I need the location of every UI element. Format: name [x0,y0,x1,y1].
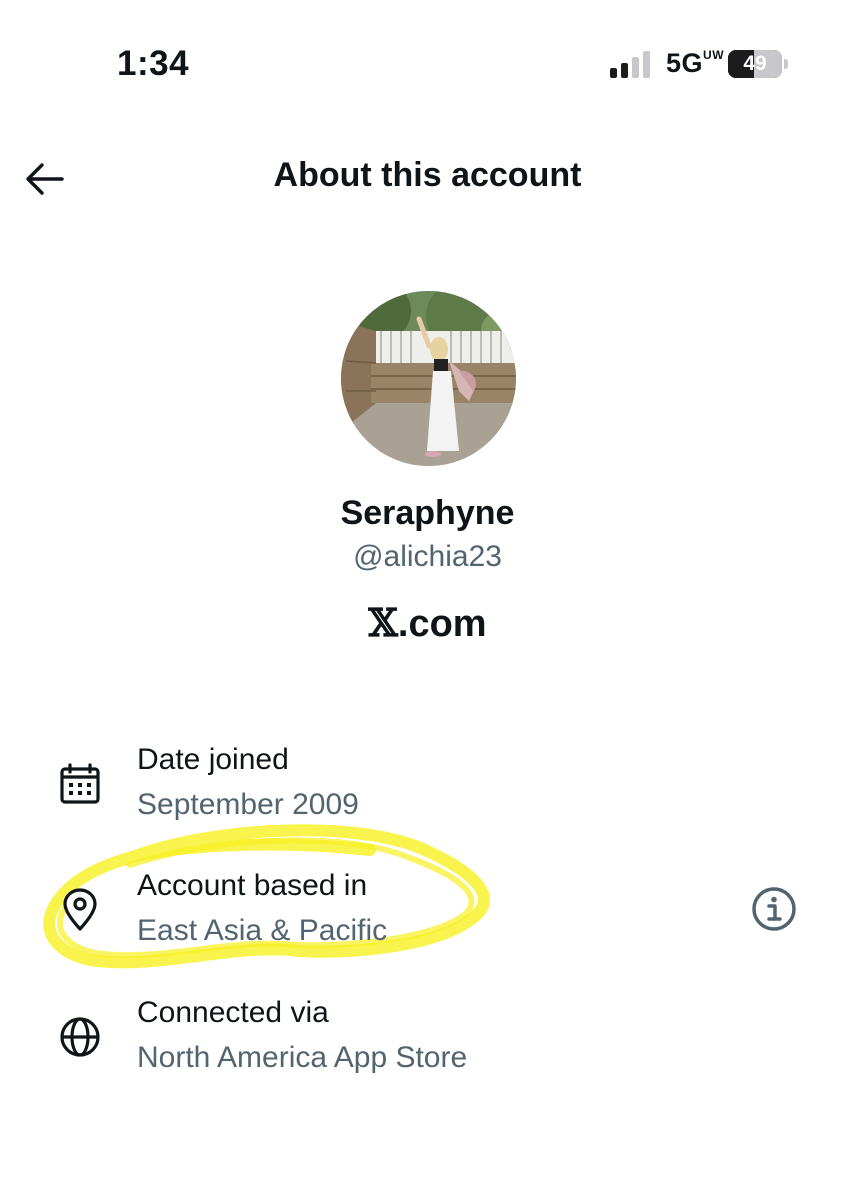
detail-value: North America App Store [137,1041,468,1074]
location-pin-icon [63,888,97,931]
network-indicator: 5GUW [666,48,724,79]
detail-row-date-joined: Date joined September 2009 [0,740,855,840]
network-suffix: UW [703,48,725,62]
detail-row-account-based-in: Account based in East Asia & Pacific [0,866,855,966]
battery-icon: 49 [728,50,790,78]
status-time: 1:34 [117,44,190,83]
detail-value: East Asia & Pacific [137,914,388,947]
info-circle-icon[interactable] [749,884,799,934]
battery-percent: 49 [743,52,767,75]
network-type: 5G [666,48,704,78]
detail-label: Account based in [137,869,368,902]
page-title: About this account [273,156,582,194]
display-name: Seraphyne [340,494,515,532]
detail-value: September 2009 [137,788,359,821]
avatar-photo [341,291,516,466]
globe-icon [60,1017,100,1057]
username-handle: @alichia23 [353,540,502,573]
detail-label: Date joined [137,743,289,776]
platform-domain: .com [397,603,487,645]
platform-label: 𝕏.com [0,600,855,646]
cellular-signal-icon [610,51,650,78]
x-logo-icon: 𝕏 [368,600,398,645]
detail-label: Connected via [137,996,329,1029]
avatar[interactable] [341,291,516,466]
calendar-icon [60,763,100,804]
detail-row-connected-via: Connected via North America App Store [0,993,855,1093]
